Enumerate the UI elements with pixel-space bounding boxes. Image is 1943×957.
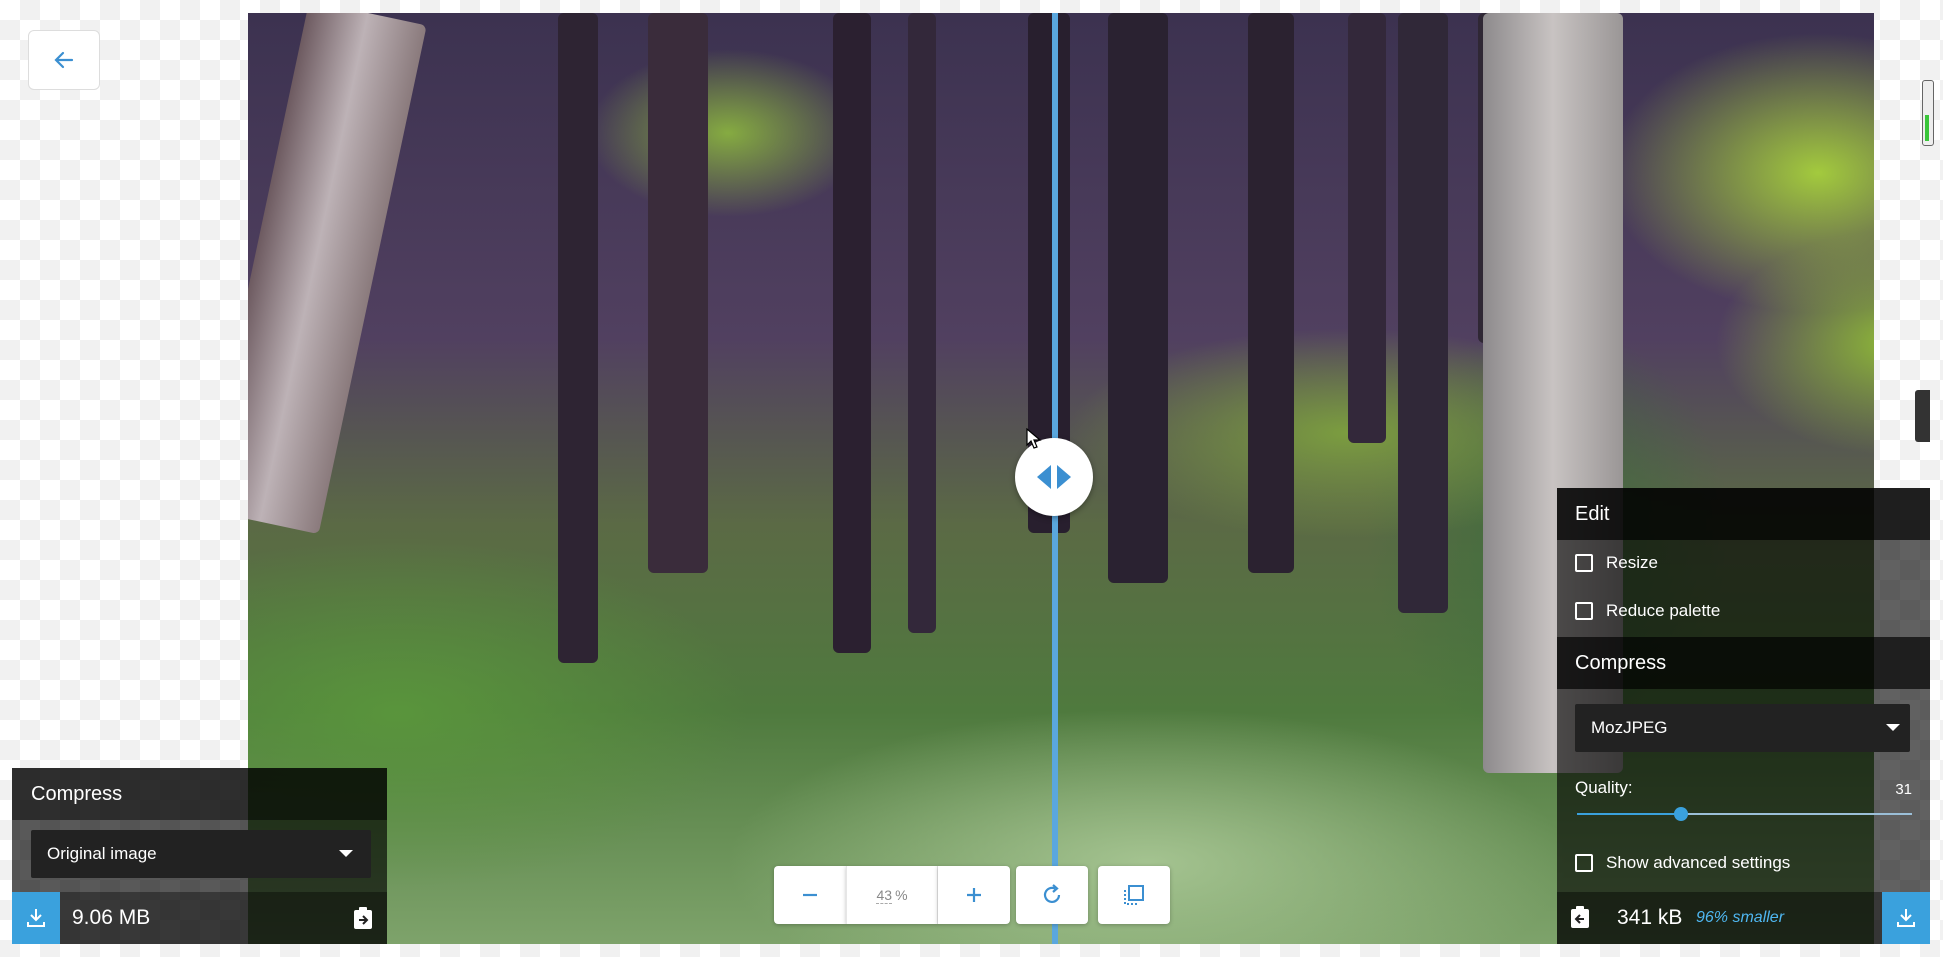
left-compress-body: Original image — [12, 820, 387, 892]
minus-icon — [803, 893, 817, 897]
advanced-settings-option[interactable]: Show advanced settings — [1575, 853, 1790, 873]
right-compress-body: MozJPEG Quality: 31 Show advanced settin… — [1557, 689, 1930, 892]
right-options-panel: Edit Resize Reduce palette Compress MozJ… — [1557, 488, 1930, 944]
quality-slider[interactable] — [1577, 807, 1912, 821]
zoom-unit: % — [895, 887, 908, 903]
mouse-cursor-icon — [1026, 428, 1042, 449]
arrow-left-icon — [1037, 465, 1051, 489]
zoom-controls: 43 % — [774, 866, 1010, 924]
resize-option[interactable]: Resize — [1575, 553, 1658, 573]
edit-title: Edit — [1557, 488, 1930, 540]
chevron-down-icon — [339, 850, 353, 857]
zoom-value[interactable]: 43 — [876, 887, 893, 904]
savings-text: 96% smaller — [1696, 909, 1785, 926]
zoom-level[interactable]: 43 % — [846, 866, 938, 924]
copy-to-other-side-icon — [1571, 906, 1589, 928]
tree-trunk — [908, 13, 936, 633]
side-panel-tab[interactable] — [1915, 390, 1930, 442]
quality-label: Quality: — [1575, 778, 1633, 797]
zoom-in-button[interactable] — [938, 866, 1010, 924]
right-download-button[interactable] — [1882, 892, 1930, 944]
left-file-size: 9.06 MB — [72, 906, 151, 929]
background-control — [1098, 866, 1170, 924]
download-icon — [27, 909, 45, 927]
rotate-icon — [1043, 884, 1061, 904]
rotate-button[interactable] — [1016, 866, 1088, 924]
left-options-panel: Compress Original image 9.06 MB — [12, 768, 387, 944]
back-button[interactable] — [28, 30, 100, 90]
tree-trunk — [648, 13, 708, 573]
tree-trunk — [1348, 13, 1386, 443]
right-copy-settings-button[interactable] — [1568, 904, 1592, 935]
tree-trunk — [833, 13, 871, 653]
toggle-background-icon — [1124, 885, 1144, 905]
quality-slider-fill — [1577, 813, 1681, 815]
right-compress-title: Compress — [1557, 637, 1930, 689]
advanced-settings-label: Show advanced settings — [1606, 853, 1791, 872]
advanced-settings-checkbox[interactable] — [1575, 854, 1593, 872]
zoom-out-button[interactable] — [774, 866, 846, 924]
tree-trunk — [558, 13, 598, 663]
reduce-palette-option[interactable]: Reduce palette — [1575, 601, 1720, 621]
reduce-palette-label: Reduce palette — [1606, 601, 1721, 620]
side-scrollbar[interactable] — [1922, 80, 1934, 146]
left-compress-title: Compress — [12, 768, 387, 820]
rotate-control — [1016, 866, 1088, 924]
download-icon — [1897, 909, 1915, 927]
right-size-bar: 341 kB 96% smaller — [1557, 892, 1930, 944]
chevron-down-icon — [1886, 724, 1900, 731]
left-codec-value: Original image — [47, 844, 157, 863]
tree-trunk — [1248, 13, 1294, 573]
scrollbar-thumb[interactable] — [1925, 115, 1929, 141]
copy-to-other-side-icon — [354, 907, 372, 929]
tree-trunk — [248, 13, 427, 535]
plus-icon — [967, 888, 981, 902]
tree-trunk — [1108, 13, 1168, 583]
resize-checkbox[interactable] — [1575, 554, 1593, 572]
quality-slider-thumb[interactable] — [1673, 807, 1688, 821]
left-codec-select[interactable]: Original image — [31, 830, 371, 878]
quality-value: 31 — [1895, 781, 1912, 798]
left-download-button[interactable] — [12, 892, 60, 944]
arrow-right-icon — [1057, 465, 1071, 489]
resize-label: Resize — [1606, 553, 1658, 572]
edit-section: Resize Reduce palette — [1557, 540, 1930, 637]
toggle-background-button[interactable] — [1098, 866, 1170, 924]
arrow-back-icon — [54, 51, 74, 69]
left-copy-settings-button[interactable] — [351, 905, 375, 936]
tree-trunk — [1398, 13, 1448, 613]
reduce-palette-checkbox[interactable] — [1575, 602, 1593, 620]
left-size-bar: 9.06 MB — [12, 892, 387, 944]
codec-value: MozJPEG — [1591, 718, 1668, 737]
right-file-size: 341 kB — [1617, 906, 1683, 929]
codec-select[interactable]: MozJPEG — [1575, 704, 1910, 752]
